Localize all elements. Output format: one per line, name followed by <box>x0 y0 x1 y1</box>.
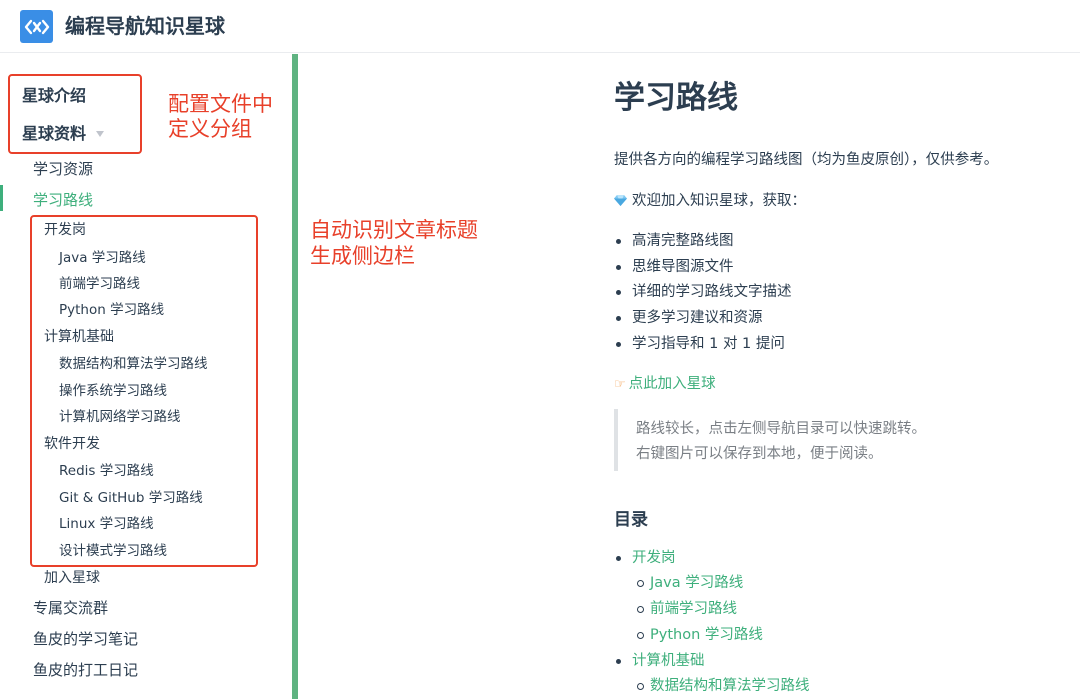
toc-subitem-label: Python 学习路线 <box>650 627 763 643</box>
toc-heading: 目录 <box>614 510 648 530</box>
intro-text: 提供各方向的编程学习路线图（均为鱼皮原创），仅供参考。 <box>614 152 999 168</box>
sidebar-item-group-chat[interactable]: 专属交流群 <box>33 597 108 619</box>
top-navbar: 编程导航知识星球 <box>0 0 1080 53</box>
sidebar-item-notes[interactable]: 鱼皮的学习笔记 <box>33 628 138 650</box>
page-title: 学习路线 <box>614 80 738 116</box>
site-title[interactable]: 编程导航知识星球 <box>65 12 225 40</box>
toc-subitem-label: 前端学习路线 <box>650 601 737 617</box>
benefit-text: 高清完整路线图 <box>632 233 734 249</box>
benefit-text: 详细的学习路线文字描述 <box>632 284 792 300</box>
benefit-item: 更多学习建议和资源 <box>614 307 763 329</box>
toc-item-dev[interactable]: 开发岗 <box>614 547 676 569</box>
logo-icon[interactable] <box>20 10 53 43</box>
toc-item-label: 计算机基础 <box>632 653 705 669</box>
sidebar-item-learning-resources[interactable]: 学习资源 <box>33 158 93 180</box>
welcome-text: 欢迎加入知识星球，获取： <box>632 193 806 209</box>
annotation-text-headings-1: 自动识别文章标题 <box>310 218 478 242</box>
join-planet-link[interactable]: ☞ 点此加入星球 <box>614 373 716 396</box>
quote-line: 路线较长，点击左侧导航目录可以快速跳转。 <box>636 421 926 437</box>
welcome-line: 欢迎加入知识星球，获取： <box>614 190 806 212</box>
toc-subitem-label: 数据结构和算法学习路线 <box>650 678 810 694</box>
benefit-text: 学习指导和 1 对 1 提问 <box>632 336 785 352</box>
benefit-item: 详细的学习路线文字描述 <box>614 281 792 303</box>
annotation-box-groups <box>8 74 142 154</box>
annotation-box-headings <box>30 215 258 567</box>
gem-icon <box>614 195 627 206</box>
toc-subitem-python[interactable]: Python 学习路线 <box>636 624 763 646</box>
quote-line: 右键图片可以保存到本地，便于阅读。 <box>636 446 883 462</box>
sidebar-item-diary[interactable]: 鱼皮的打工日记 <box>33 659 138 681</box>
toc-item-cs-basics[interactable]: 计算机基础 <box>614 650 705 672</box>
annotation-text-groups-2: 定义分组 <box>168 117 252 141</box>
benefit-text: 更多学习建议和资源 <box>632 310 763 326</box>
toc-subitem-algorithms[interactable]: 数据结构和算法学习路线 <box>636 675 810 697</box>
sidebar-heading-join[interactable]: 加入星球 <box>44 567 100 589</box>
benefit-item: 学习指导和 1 对 1 提问 <box>614 333 785 355</box>
tip-blockquote: 路线较长，点击左侧导航目录可以快速跳转。 右键图片可以保存到本地，便于阅读。 <box>614 409 1054 471</box>
toc-subitem-frontend[interactable]: 前端学习路线 <box>636 598 737 620</box>
toc-subitem-label: Java 学习路线 <box>650 575 744 591</box>
benefit-item: 高清完整路线图 <box>614 230 734 252</box>
active-indicator <box>0 185 3 211</box>
pointing-hand-icon: ☞ <box>614 377 626 392</box>
annotation-text-headings-2: 生成侧边栏 <box>310 244 415 268</box>
sidebar-item-learning-roadmap[interactable]: 学习路线 <box>33 189 93 211</box>
annotation-text-groups-1: 配置文件中 <box>168 92 273 116</box>
join-link-text: 点此加入星球 <box>628 376 716 392</box>
toc-subitem-java[interactable]: Java 学习路线 <box>636 572 743 594</box>
toc-item-label: 开发岗 <box>632 550 676 566</box>
benefit-text: 思维导图源文件 <box>632 259 734 275</box>
sidebar-divider <box>292 54 298 699</box>
benefit-item: 思维导图源文件 <box>614 256 734 278</box>
